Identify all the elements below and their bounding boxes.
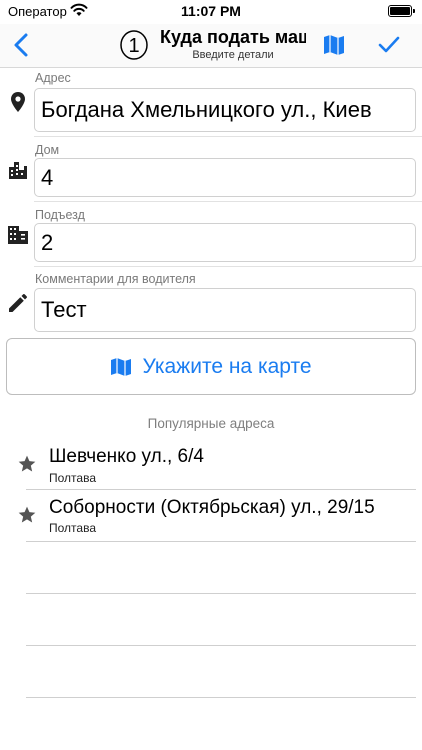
clock: 11:07 PM bbox=[181, 3, 241, 19]
select-on-map-button[interactable]: Укажите на карте bbox=[6, 338, 416, 395]
address-field[interactable]: Богдана Хмельницкого ул., Киев bbox=[34, 88, 416, 132]
divider bbox=[26, 593, 416, 594]
comment-label: Комментарии для водителя bbox=[35, 272, 196, 286]
entrance-row: Подъезд 2 bbox=[0, 205, 422, 265]
step-number: 1 bbox=[128, 35, 140, 57]
step-badge: 1 bbox=[119, 29, 149, 61]
house-label: Дом bbox=[35, 143, 60, 157]
back-chevron-icon[interactable] bbox=[8, 30, 36, 60]
status-bar: Оператор 11:07 PM bbox=[0, 0, 422, 24]
battery-icon bbox=[388, 5, 415, 17]
house-value: 4 bbox=[41, 164, 54, 190]
house-row: Дом 4 bbox=[0, 140, 422, 200]
entrance-value: 2 bbox=[41, 229, 54, 255]
entrance-field[interactable]: 2 bbox=[34, 223, 416, 262]
address-city: Полтава bbox=[49, 521, 96, 535]
map-icon[interactable] bbox=[322, 34, 346, 56]
office-building-icon bbox=[8, 226, 28, 244]
city-buildings-icon bbox=[9, 162, 27, 179]
address-label: Адрес bbox=[35, 71, 71, 85]
popular-address-item[interactable]: Шевченко ул., 6/4 Полтава bbox=[0, 440, 422, 492]
divider bbox=[34, 266, 422, 267]
location-pin-icon bbox=[11, 92, 25, 112]
entrance-label: Подъезд bbox=[35, 208, 85, 222]
house-field[interactable]: 4 bbox=[34, 158, 416, 197]
divider bbox=[26, 489, 416, 490]
divider bbox=[26, 645, 416, 646]
comment-row: Комментарии для водителя Тест bbox=[0, 270, 422, 334]
star-icon bbox=[18, 455, 36, 472]
navigation-bar: 1 Куда подать машину Введите детали bbox=[0, 24, 422, 68]
divider bbox=[26, 697, 416, 698]
divider bbox=[34, 136, 422, 137]
comment-value: Тест bbox=[41, 297, 87, 322]
divider bbox=[34, 201, 422, 202]
page-subtitle: Введите детали bbox=[192, 49, 274, 61]
pencil-icon bbox=[9, 294, 27, 312]
address-title: Шевченко ул., 6/4 bbox=[49, 446, 204, 467]
divider bbox=[26, 541, 416, 542]
address-city: Полтава bbox=[49, 471, 96, 485]
comment-field[interactable]: Тест bbox=[34, 288, 416, 332]
page-title: Куда подать машину bbox=[160, 27, 306, 47]
address-value: Богдана Хмельницкого ул., Киев bbox=[41, 97, 372, 122]
address-row: Адрес Богдана Хмельницкого ул., Киев bbox=[0, 68, 422, 134]
address-title: Соборности (Октябрьская) ул., 29/15 bbox=[49, 497, 375, 518]
star-icon bbox=[18, 506, 36, 523]
popular-address-item[interactable]: Соборности (Октябрьская) ул., 29/15 Полт… bbox=[0, 491, 422, 543]
map-icon bbox=[111, 357, 132, 376]
checkmark-icon[interactable] bbox=[376, 34, 402, 56]
select-on-map-label: Укажите на карте bbox=[142, 354, 312, 378]
popular-addresses-title: Популярные адреса bbox=[147, 416, 275, 431]
